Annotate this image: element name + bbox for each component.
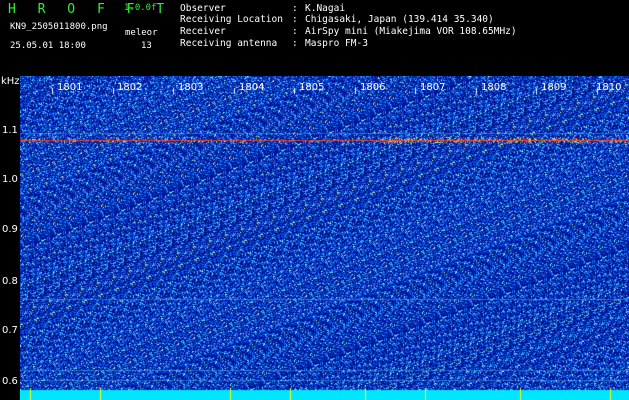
y-tick-label: 0.7 <box>2 325 18 336</box>
x-tick-label: 1801 <box>57 82 82 93</box>
y-axis-unit: kHz <box>1 76 20 87</box>
x-tick-label: 1807 <box>420 82 445 93</box>
y-tick-label: 0.8 <box>2 276 18 287</box>
x-tick-label: 1802 <box>117 82 142 93</box>
spectrogram-axes: kHz 1.1 1.0 0.9 0.8 0.7 0.6 1801 1802 18… <box>1 76 621 387</box>
x-tick-label: 1804 <box>239 82 264 93</box>
x-tick-label: 1803 <box>178 82 203 93</box>
x-tick-label: 1806 <box>360 82 385 93</box>
y-tick-label: 1.1 <box>2 125 18 136</box>
x-tick-label: 1809 <box>541 82 566 93</box>
hrofft-window: H R O F F T 1.0.0f KN9_2505011800.png me… <box>0 0 629 400</box>
x-tick-label: 1808 <box>481 82 506 93</box>
y-tick-label: 0.9 <box>2 224 18 235</box>
y-tick-label: 0.6 <box>2 376 18 387</box>
x-tick-label: 1810 <box>596 82 621 93</box>
y-tick-label: 1.0 <box>2 174 18 185</box>
x-tick-label: 1805 <box>299 82 324 93</box>
